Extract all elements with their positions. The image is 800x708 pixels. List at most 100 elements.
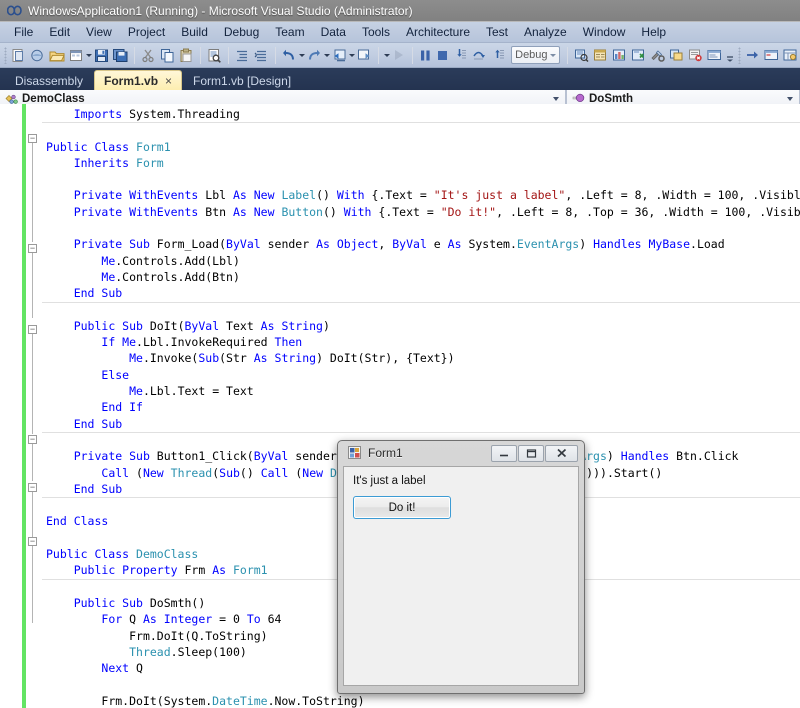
pause-icon[interactable] [418, 45, 433, 66]
new-project-icon[interactable] [10, 45, 27, 66]
code-token: ByVal [392, 237, 434, 251]
undo-icon[interactable] [281, 45, 298, 66]
menu-test[interactable]: Test [478, 23, 516, 42]
form1-titlebar[interactable]: Form1 [342, 441, 580, 465]
code-line[interactable]: Private Sub Form_Load(ByVal sender As Ob… [42, 236, 800, 252]
code-line[interactable] [42, 122, 800, 138]
solution-configuration-combo[interactable]: Debug [511, 46, 560, 64]
collapse-toggle[interactable]: − [28, 244, 37, 253]
menu-analyze[interactable]: Analyze [516, 23, 575, 42]
chevron-down-icon[interactable] [787, 97, 793, 101]
code-line[interactable] [42, 171, 800, 187]
menu-data[interactable]: Data [313, 23, 354, 42]
watch-window-icon[interactable] [782, 45, 799, 66]
properties-window-icon[interactable] [592, 45, 609, 66]
menu-architecture[interactable]: Architecture [398, 23, 478, 42]
code-line[interactable]: End Sub [42, 416, 800, 432]
add-new-item-icon[interactable] [29, 45, 46, 66]
code-line[interactable] [42, 220, 800, 236]
chevron-down-icon[interactable] [550, 54, 556, 57]
settings-icon[interactable] [649, 45, 666, 66]
error-list-icon[interactable] [687, 45, 704, 66]
code-line[interactable]: End If [42, 399, 800, 415]
maximize-button[interactable] [518, 445, 544, 462]
menu-edit[interactable]: Edit [41, 23, 78, 42]
code-line[interactable]: Me.Invoke(Sub(Str As String) DoIt(Str), … [42, 350, 800, 366]
do-it-button[interactable]: Do it! [353, 496, 451, 519]
stop-debugging-icon[interactable] [435, 45, 450, 66]
copy-icon[interactable] [159, 45, 176, 66]
object-browser-icon[interactable] [611, 45, 628, 66]
code-line[interactable]: End Sub [42, 285, 800, 301]
output-window-icon[interactable] [706, 45, 723, 66]
navigate-backward-icon[interactable] [331, 45, 348, 66]
save-icon[interactable] [93, 45, 110, 66]
code-line[interactable]: Private WithEvents Btn As New Button() W… [42, 204, 800, 220]
step-into-icon[interactable] [452, 45, 469, 66]
toolbar-overflow-icon[interactable] [725, 45, 735, 66]
code-line[interactable]: Inherits Form [42, 155, 800, 171]
solution-explorer-icon[interactable] [573, 45, 590, 66]
paste-icon[interactable] [178, 45, 195, 66]
navigate-forward-icon[interactable] [356, 45, 373, 66]
start-debugging-icon[interactable] [391, 45, 407, 66]
step-out-icon[interactable] [490, 45, 507, 66]
menu-build[interactable]: Build [173, 23, 216, 42]
open-project-dropdown-arrow[interactable] [86, 45, 92, 66]
menu-window[interactable]: Window [575, 23, 634, 42]
menu-view[interactable]: View [78, 23, 120, 42]
form1-window[interactable]: Form1 It's just a label Do it! [337, 440, 585, 694]
breakpoint-margin[interactable] [0, 104, 22, 708]
find-icon[interactable] [206, 45, 223, 66]
open-project-icon[interactable] [68, 45, 85, 66]
menu-tools[interactable]: Tools [354, 23, 398, 42]
save-all-icon[interactable] [112, 45, 129, 66]
code-line[interactable]: Public Class Form1 [42, 139, 800, 155]
chevron-down-icon[interactable] [553, 97, 559, 101]
collapse-toggle[interactable]: − [28, 325, 37, 334]
code-line[interactable]: Public Sub DoIt(ByVal Text As String) [42, 318, 800, 334]
navigate-backward-dropdown-arrow[interactable] [349, 45, 355, 66]
menu-file[interactable]: File [6, 23, 41, 42]
collapse-toggle[interactable]: − [28, 134, 37, 143]
collapse-toggle[interactable]: − [28, 537, 37, 546]
outlining-margin[interactable]: − − − − − − [26, 104, 42, 708]
close-button[interactable] [545, 445, 578, 462]
minimize-button[interactable] [491, 445, 517, 462]
code-token: System.Threading [122, 107, 240, 121]
code-line[interactable]: Me.Controls.Add(Btn) [42, 269, 800, 285]
code-line[interactable] [42, 302, 800, 318]
uncomment-icon[interactable] [253, 45, 270, 66]
go-to-icon[interactable] [744, 45, 761, 66]
toolbar-grip[interactable] [738, 47, 741, 64]
menu-project[interactable]: Project [120, 23, 173, 42]
menu-help[interactable]: Help [633, 23, 674, 42]
open-file-icon[interactable] [48, 45, 66, 66]
collapse-toggle[interactable]: − [28, 435, 37, 444]
code-line[interactable]: Me.Lbl.Text = Text [42, 383, 800, 399]
code-line[interactable]: Me.Controls.Add(Lbl) [42, 253, 800, 269]
redo-dropdown-arrow[interactable] [324, 45, 330, 66]
redo-icon[interactable] [306, 45, 323, 66]
tab-disassembly[interactable]: Disassembly [6, 71, 92, 90]
code-line[interactable]: If Me.Lbl.InvokeRequired Then [42, 334, 800, 350]
menu-team[interactable]: Team [267, 23, 312, 42]
tab-form1-vb[interactable]: Form1.vb × [94, 70, 182, 90]
toolbox-icon[interactable] [630, 45, 647, 66]
close-icon[interactable]: × [165, 74, 172, 88]
code-line[interactable]: Imports System.Threading [42, 106, 800, 122]
code-line[interactable]: Frm.DoIt(System.DateTime.Now.ToString) [42, 693, 800, 708]
collapse-toggle[interactable]: − [28, 483, 37, 492]
undo-dropdown-arrow[interactable] [299, 45, 305, 66]
immediate-window-icon[interactable] [763, 45, 780, 66]
menu-debug[interactable]: Debug [216, 23, 267, 42]
toolbar-overflow-icon[interactable] [383, 45, 390, 66]
code-line[interactable]: Else [42, 367, 800, 383]
comment-icon[interactable] [234, 45, 251, 66]
toolbar-grip[interactable] [4, 47, 7, 64]
tab-form1-vb-design[interactable]: Form1.vb [Design] [184, 71, 300, 90]
step-over-icon[interactable] [471, 45, 488, 66]
code-line[interactable]: Private WithEvents Lbl As New Label() Wi… [42, 187, 800, 203]
cut-icon[interactable] [140, 45, 157, 66]
class-view-icon[interactable] [668, 45, 685, 66]
